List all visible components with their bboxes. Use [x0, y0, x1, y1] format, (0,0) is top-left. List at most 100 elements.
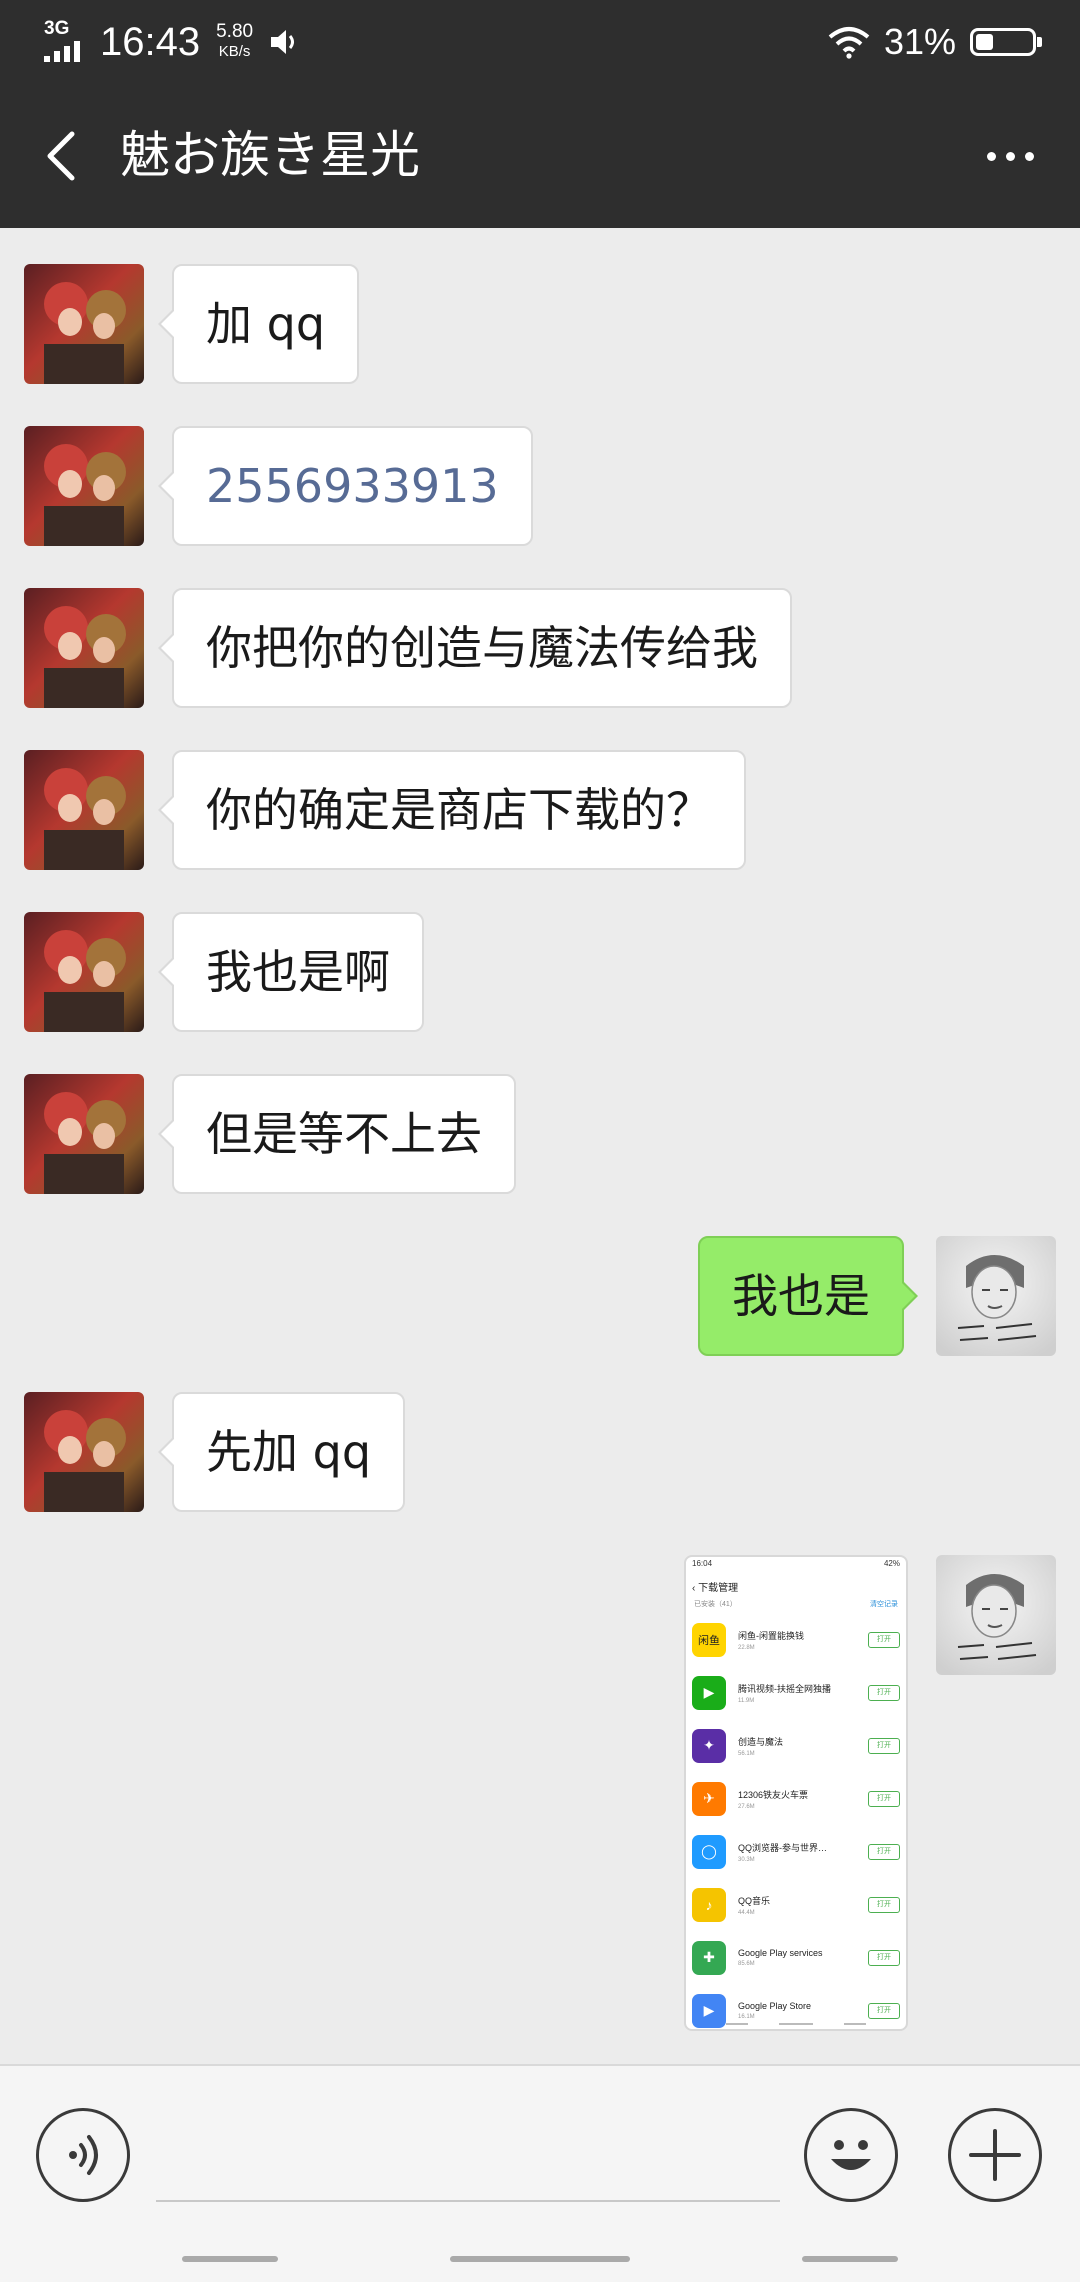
- screenshot-status-bar: 16:04 42%: [686, 1557, 906, 1575]
- contact-avatar[interactable]: [24, 1392, 144, 1512]
- screenshot-time: 16:04: [692, 1559, 713, 1568]
- app-name: 12306铁友火车票: [738, 1789, 809, 1800]
- app-size: 30.3M: [738, 1856, 755, 1863]
- plus-button[interactable]: [948, 2108, 1042, 2202]
- app-icon: ✈: [692, 1781, 726, 1816]
- system-nav-bar: [0, 2236, 1080, 2282]
- message-text: 我也是啊: [206, 945, 390, 999]
- app-name: QQ浏览器-参与世界…: [738, 1842, 827, 1853]
- message-bubble-self[interactable]: 我也是: [698, 1236, 918, 1356]
- chat-header: 魅お族き星光: [0, 84, 1080, 228]
- screenshot-app-list: 闲鱼 闲鱼-闲置能换钱 22.8M 打开 ▶ 腾讯视频-扶摇全网独播 11.9M 打开 ✦ 创造与…: [686, 1613, 906, 2029]
- screenshot-app-row: ♪ QQ音乐 44.4M 打开: [686, 1878, 906, 1931]
- app-icon: 闲鱼: [692, 1622, 726, 1657]
- screenshot-subheader: 已安装（41） 清空记录: [686, 1599, 906, 1613]
- app-size: 16.1M: [738, 2014, 755, 2020]
- screenshot-clear-link: 清空记录: [870, 1601, 898, 1608]
- message-bubble[interactable]: 但是等不上去: [158, 1074, 516, 1194]
- screenshot-app-row: ▶ 腾讯视频-扶摇全网独播 11.9M 打开: [686, 1666, 906, 1719]
- app-open-button: 打开: [868, 1949, 900, 1966]
- chevron-left-icon: [47, 131, 75, 181]
- screenshot-header: ‹ 下载管理: [686, 1575, 906, 1599]
- app-info: QQ浏览器-参与世界… 30.3M: [738, 1841, 864, 1863]
- input-bar: [0, 2064, 1080, 2282]
- status-time: 16:43: [100, 19, 201, 64]
- speed-unit: KB/s: [218, 43, 251, 60]
- nav-back-button[interactable]: [802, 2256, 898, 2262]
- app-size: 11.9M: [738, 1697, 755, 1704]
- more-button[interactable]: [970, 128, 1050, 184]
- battery-icon: [970, 28, 1042, 56]
- screenshot-app-row: ✈ 12306铁友火车票 27.6M 打开: [686, 1772, 906, 1825]
- app-icon: ✚: [692, 1940, 726, 1975]
- message-text: 加 qq: [206, 297, 326, 351]
- emoji-button[interactable]: [804, 2108, 898, 2202]
- screenshot-battery: 42%: [883, 1559, 900, 1568]
- app-size: 56.1M: [738, 1750, 755, 1757]
- message-bubble[interactable]: 先加 qq: [157, 1392, 406, 1512]
- screenshot-app-row: ✦ 创造与魔法 56.1M 打开: [686, 1719, 906, 1772]
- battery-fill: [976, 34, 993, 50]
- app-open-button: 打开: [868, 2002, 900, 2019]
- contact-avatar[interactable]: [24, 426, 144, 546]
- battery-percent: 31%: [883, 21, 956, 62]
- message-text: 你把你的创造与魔法传给我: [206, 621, 758, 675]
- app-open-button: 打开: [868, 1790, 900, 1807]
- status-bar: 3G 16:43 5.80 KB/s 31%: [0, 0, 1080, 84]
- voice-icon: [69, 2135, 98, 2175]
- screenshot-app-row: 闲鱼 闲鱼-闲置能换钱 22.8M 打开: [686, 1613, 906, 1666]
- app-info: 闲鱼-闲置能换钱 22.8M: [738, 1629, 864, 1651]
- emoji-icon: [831, 2140, 871, 2170]
- app-name: 闲鱼-闲置能换钱: [738, 1630, 804, 1641]
- app-size: 85.6M: [738, 1961, 755, 1967]
- app-info: 12306铁友火车票 27.6M: [738, 1788, 864, 1810]
- app-icon: ✦: [692, 1728, 726, 1763]
- message-bubble[interactable]: 你的确定是商店下载的？: [158, 750, 746, 870]
- message-bubble[interactable]: 你把你的创造与魔法传给我: [158, 588, 792, 708]
- signal-icon: 3G: [44, 18, 90, 64]
- screenshot-app-row: ◯ QQ浏览器-参与世界… 30.3M 打开: [686, 1825, 906, 1878]
- screenshot-nav-bar: [686, 2023, 906, 2025]
- speaker-mute-icon: [271, 30, 295, 54]
- speed-value: 5.80: [216, 21, 254, 42]
- message-input[interactable]: [156, 2122, 780, 2202]
- message-bubble[interactable]: 我也是啊: [158, 912, 424, 1032]
- app-open-button: 打开: [868, 1737, 900, 1754]
- self-avatar[interactable]: [936, 1236, 1056, 1356]
- voice-button[interactable]: [36, 2108, 130, 2202]
- self-avatar[interactable]: [936, 1555, 1056, 1675]
- app-info: Google Play services 85.6M: [738, 1948, 864, 1967]
- app-name: QQ音乐: [738, 1895, 771, 1906]
- network-type: 3G: [44, 18, 70, 39]
- app-info: Google Play Store 16.1M: [738, 2001, 864, 2020]
- screenshot-app-row: ✚ Google Play services 85.6M 打开: [686, 1931, 906, 1984]
- app-open-button: 打开: [868, 1896, 900, 1913]
- app-info: 腾讯视频-扶摇全网独播 11.9M: [738, 1682, 864, 1704]
- nav-menu-button[interactable]: [182, 2256, 278, 2262]
- image-message[interactable]: 16:04 42% ‹ 下载管理 已安装（41） 清空记录 闲鱼 闲鱼-闲置能换钱…: [684, 1555, 908, 2031]
- back-button[interactable]: [34, 124, 94, 188]
- screenshot-title: 下载管理: [698, 1583, 739, 1594]
- message-bubble[interactable]: 2556933913: [158, 426, 533, 546]
- phone-number-link[interactable]: 2556933913: [206, 459, 499, 513]
- app-name: 腾讯视频-扶摇全网独播: [738, 1683, 831, 1694]
- app-icon: ♪: [692, 1887, 726, 1922]
- app-info: QQ音乐 44.4M: [738, 1894, 864, 1916]
- app-size: 27.6M: [738, 1803, 755, 1810]
- network-speed: 5.80 KB/s: [216, 22, 253, 62]
- app-open-button: 打开: [868, 1843, 900, 1860]
- contact-avatar[interactable]: [24, 750, 144, 870]
- contact-avatar[interactable]: [24, 264, 144, 384]
- app-name: Google Play Store: [738, 2001, 812, 2011]
- contact-avatar[interactable]: [24, 912, 144, 1032]
- contact-avatar[interactable]: [24, 1074, 144, 1194]
- contact-avatar[interactable]: [24, 588, 144, 708]
- app-size: 22.8M: [738, 1644, 755, 1651]
- nav-home-button[interactable]: [450, 2256, 630, 2262]
- app-open-button: 打开: [868, 1631, 900, 1648]
- message-text: 你的确定是商店下载的？: [206, 783, 712, 837]
- app-size: 44.4M: [738, 1909, 755, 1916]
- app-name: 创造与魔法: [738, 1736, 784, 1747]
- message-text: 我也是: [732, 1269, 870, 1323]
- message-bubble[interactable]: 加 qq: [157, 264, 360, 384]
